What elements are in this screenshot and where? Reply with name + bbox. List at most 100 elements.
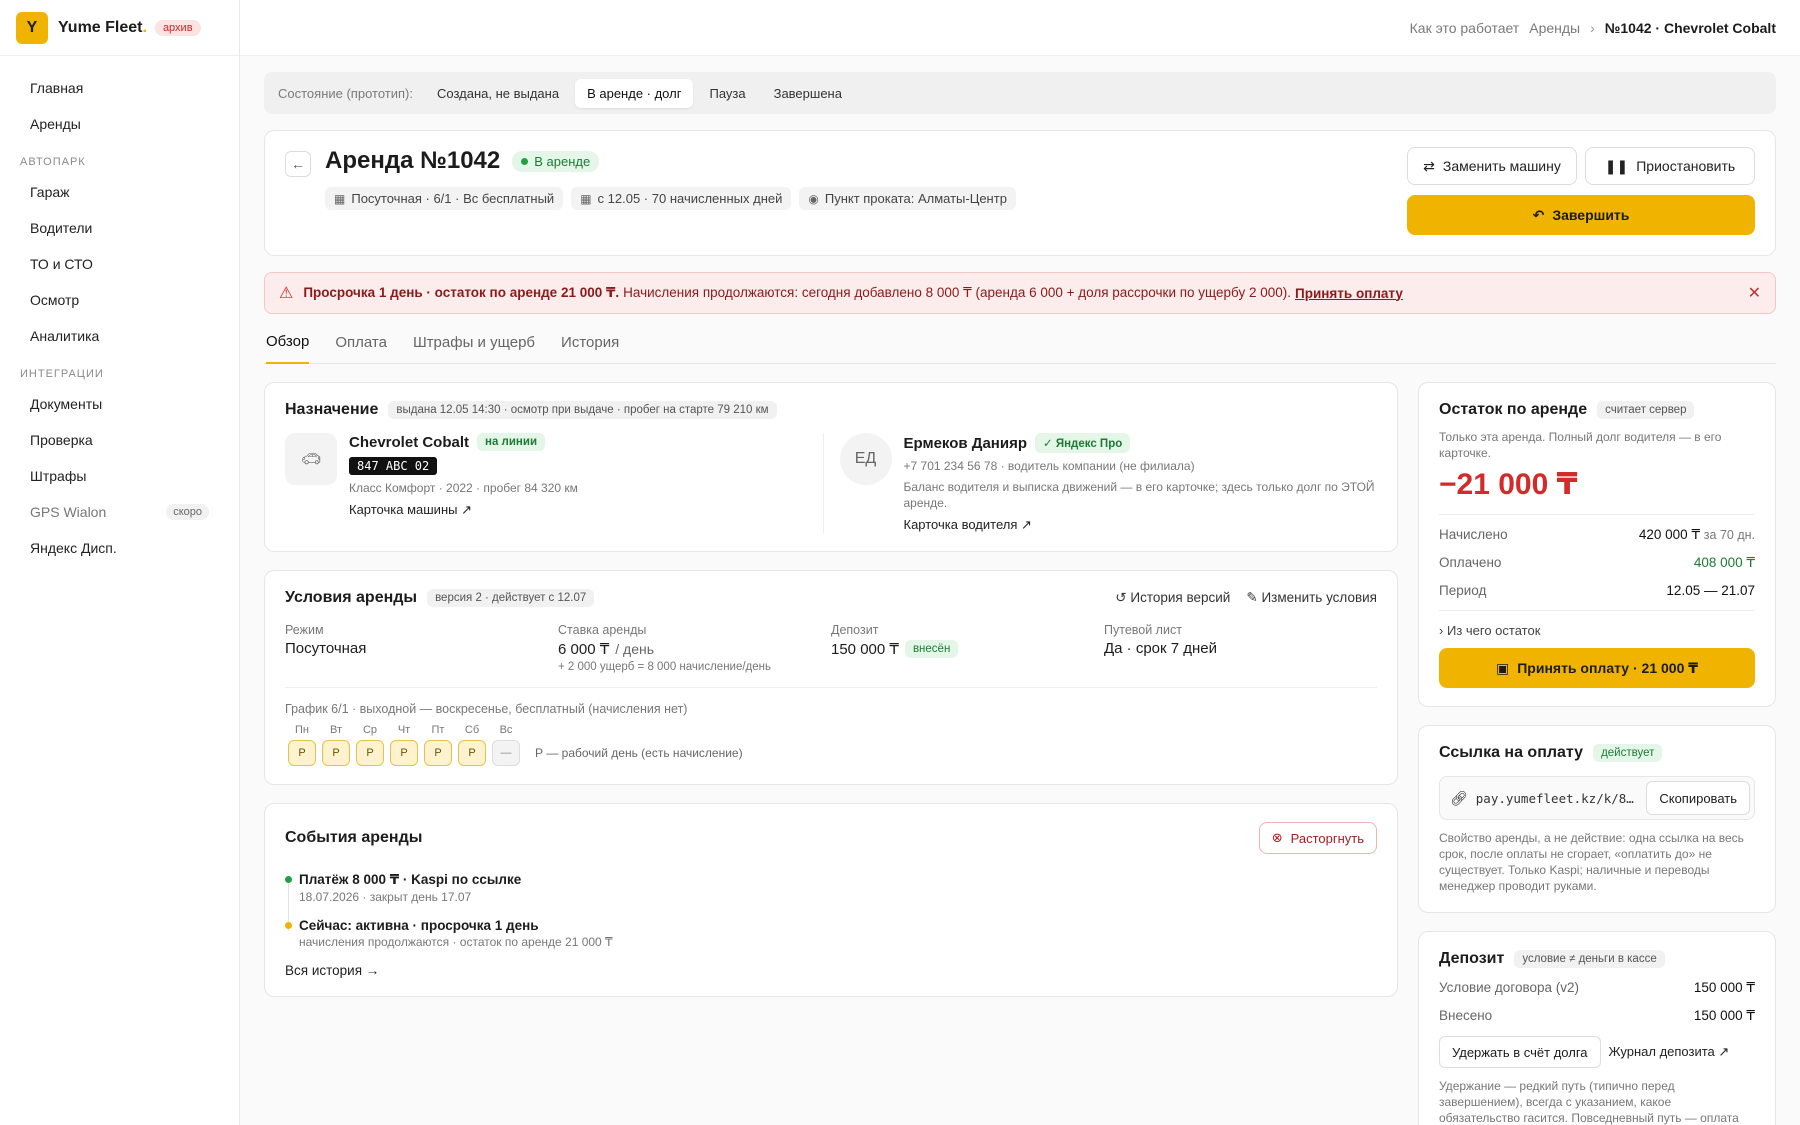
status-badge: В аренде (512, 150, 600, 172)
day-mon: Пн Р (285, 724, 319, 766)
copy-button[interactable]: Скопировать (1646, 781, 1750, 815)
state-pause[interactable]: Пауза (697, 79, 757, 108)
logo: Y (16, 11, 48, 44)
paylink-note: Свойство аренды, а не действие: одна ссы… (1439, 831, 1744, 893)
sidebar-item-fines[interactable]: Штрафы (18, 458, 221, 494)
breadcrumb-rentals[interactable]: Аренды (1529, 20, 1580, 36)
paylink-url[interactable]: pay.yumefleet.kz/k/8f… (1476, 791, 1639, 806)
sidebar-item-garage[interactable]: Гараж (18, 174, 221, 210)
close-circle-icon: ⊗ (1271, 830, 1283, 845)
rental-chips: ▦ Посуточная · 6/1 · Вс бесплатный ▦ с 12.… (325, 187, 1016, 210)
finish-button[interactable]: ↶ Завершить (1407, 195, 1755, 235)
day-wed: Ср Р (353, 724, 387, 766)
hold-deposit-button[interactable]: Удержать в счёт долга (1439, 1036, 1601, 1068)
chip-days: ▦ с 12.05 · 70 начисленных дней (571, 187, 792, 210)
history-icon: ↺ (1115, 590, 1127, 605)
chip-location: ◉ Пункт проката: Алматы-Центр (799, 187, 1016, 210)
tabs: Обзор Оплата Штрафы и ущерб История (264, 322, 1776, 364)
version-history-link[interactable]: ↺ История версий (1115, 590, 1230, 606)
sidebar-item-yandex[interactable]: Яндекс Дисп. (18, 530, 221, 566)
driver-meta: +7 701 234 56 78 · водитель компании (не… (903, 459, 1195, 473)
schedule-days: Пн Р Вт Р Ср Р Чт Р Пт Р Сб Р Вс — Р — рабочий … (285, 724, 1377, 766)
overdue-alert: ⚠ Просрочка 1 день · остаток по аренде 2… (264, 272, 1776, 314)
paid-row: Оплачено 408 000 ₸ (1439, 555, 1755, 570)
how-it-works-link[interactable]: Как это работает (1410, 20, 1520, 36)
paylink-field: 🔗︎ pay.yumefleet.kz/k/8f… Скопировать (1439, 776, 1755, 820)
sidebar-item-inspection[interactable]: Осмотр (18, 282, 221, 318)
car-icon: 🚗︎ (285, 433, 337, 485)
all-history-link[interactable]: Вся история → (285, 963, 1377, 978)
car-status-badge: на линии (477, 433, 546, 451)
state-active-debt[interactable]: В аренде · долг (575, 78, 694, 108)
sidebar-item-documents[interactable]: Документы (18, 386, 221, 422)
undo-icon: ↶ (1532, 206, 1545, 223)
terminate-button[interactable]: ⊗ Расторгнуть (1258, 822, 1377, 854)
back-button[interactable]: ← (285, 151, 311, 177)
assignment-title: Назначение (285, 401, 379, 418)
day-fri: Пт Р (421, 724, 455, 766)
tab-overview[interactable]: Обзор (266, 322, 310, 364)
balance-breakdown-toggle[interactable]: › Из чего остаток (1439, 610, 1755, 638)
sidebar-item-rentals[interactable]: Аренды (18, 106, 221, 142)
driver-name: Ермеков Данияр (903, 434, 1028, 452)
car-card-link[interactable]: Карточка машины ↗ (349, 502, 578, 518)
deposit-journal-link[interactable]: Журнал депозита ↗ (1609, 1044, 1730, 1060)
cond-mode: Режим Посуточная (285, 623, 367, 657)
rental-title-row: Аренда №1042 В аренде (325, 147, 600, 175)
sidebar-item-check[interactable]: Проверка (18, 422, 221, 458)
status-dot-icon (521, 157, 529, 165)
close-icon[interactable]: ✕ (1748, 283, 1761, 303)
sidebar-item-gps[interactable]: GPS Wialon скоро (18, 494, 221, 530)
driver-note: Баланс водителя и выписка движений — в е… (903, 480, 1375, 510)
pause-button[interactable]: ❚❚ Приостановить (1585, 147, 1755, 185)
main-content: Состояние (прототип): Создана, не выдана… (264, 72, 1776, 1125)
page-title: Аренда №1042 (325, 147, 501, 174)
alert-text: Начисления продолжаются: сегодня добавле… (623, 285, 1291, 300)
state-finished[interactable]: Завершена (762, 79, 854, 108)
accrued-row: Начислено 420 000 ₸ за 70 дн. (1439, 527, 1755, 542)
deposit-contract-row: Условие договора (v2) 150 000 ₸ (1439, 980, 1755, 995)
swap-icon: ⇄ (1423, 157, 1435, 174)
wallet-icon: ▣ (1495, 659, 1510, 676)
events-title: События аренды (285, 829, 423, 846)
archive-badge: архив (154, 19, 201, 36)
conditions-version-tag: версия 2 · действует с 12.07 (427, 589, 595, 607)
cond-rate: Ставка аренды 6 000 ₸ / день + 2 000 ущер… (558, 623, 772, 673)
link-icon: 🔗︎ (1450, 789, 1468, 806)
state-switcher: Состояние (прототип): Создана, не выдана… (264, 72, 1776, 114)
state-created[interactable]: Создана, не выдана (425, 79, 571, 108)
tab-fines[interactable]: Штрафы и ущерб (413, 322, 535, 364)
sidebar-item-analytics[interactable]: Аналитика (18, 318, 221, 354)
sidebar-section-integrations: Интеграции (20, 368, 104, 380)
list-item: Платёж 8 000 ₸ · Kaspi по ссылке 18.07.2… (285, 872, 1377, 904)
tab-history[interactable]: История (561, 322, 619, 364)
soon-badge: скоро (166, 504, 209, 520)
schedule-title: График 6/1 · выходной — воскресенье, бес… (285, 702, 688, 716)
list-item: Сейчас: активна · просрочка 1 день начис… (285, 918, 1377, 949)
accept-payment-button[interactable]: ▣ Принять оплату · 21 000 ₸ (1439, 648, 1755, 688)
sidebar-item-service[interactable]: ТО и СТО (18, 246, 221, 282)
tab-payment[interactable]: Оплата (335, 322, 387, 364)
balance-card: Остаток по аренде считает сервер Только … (1418, 382, 1776, 707)
sidebar-item-drivers[interactable]: Водители (18, 210, 221, 246)
driver-card-link[interactable]: Карточка водителя ↗ (904, 517, 1378, 533)
alert-accept-payment-link[interactable]: Принять оплату (1295, 286, 1403, 301)
yandex-pro-badge: ✓ Яндекс Про (1035, 433, 1131, 453)
paylink-card: Ссылка на оплату действует 🔗︎ pay.yumefl… (1418, 725, 1776, 913)
warning-icon: ⚠ (279, 285, 294, 302)
period-row: Период 12.05 — 21.07 (1439, 583, 1755, 598)
conditions-title: Условия аренды (285, 589, 418, 606)
rental-header: ← Аренда №1042 В аренде ▦ Посуточная · 6/… (264, 130, 1776, 256)
sidebar-item-home[interactable]: Главная (18, 70, 221, 106)
brand-name: Yume Fleet. (58, 18, 147, 36)
paylink-title: Ссылка на оплату (1439, 744, 1584, 761)
balance-note: Только эта аренда. Полный долг водителя … (1439, 430, 1722, 460)
deposit-note: Удержание — редкий путь (типично перед з… (1439, 1079, 1739, 1125)
edit-conditions-link[interactable]: ✎ Изменить условия (1246, 590, 1377, 606)
day-sun: Вс — (489, 724, 523, 766)
day-tue: Вт Р (319, 724, 353, 766)
replace-car-button[interactable]: ⇄ Заменить машину (1407, 147, 1577, 185)
driver-block: ЕД Ермеков Данияр ✓ Яндекс Про +7 701 234… (822, 433, 1378, 533)
car-name: Chevrolet Cobalt (349, 433, 470, 451)
cond-waybill: Путевой лист Да · срок 7 дней (1104, 623, 1218, 657)
